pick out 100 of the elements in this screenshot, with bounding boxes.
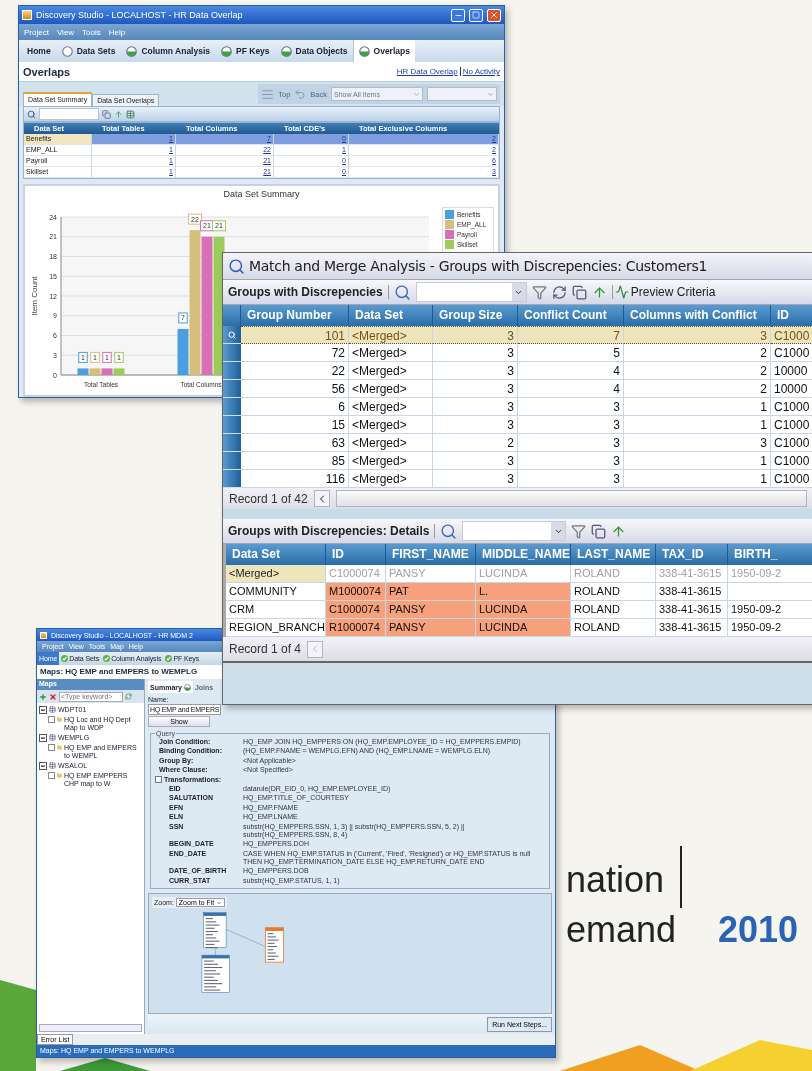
search-field[interactable] xyxy=(462,521,567,541)
close-button[interactable] xyxy=(487,8,501,22)
row-selector[interactable] xyxy=(223,326,241,344)
folder-icon xyxy=(57,772,62,780)
column-header[interactable]: Data Set xyxy=(349,305,433,326)
filter-icon[interactable] xyxy=(571,523,587,539)
horizontal-scrollbar[interactable] xyxy=(39,1024,142,1032)
row-selector[interactable] xyxy=(223,344,241,362)
table-cell: 116 xyxy=(241,470,349,488)
nav-tab[interactable]: Column Analysis xyxy=(120,40,216,62)
column-header[interactable]: Columns with Conflict xyxy=(624,305,771,326)
magnifier-icon xyxy=(228,257,245,275)
copy-icon[interactable] xyxy=(571,284,587,300)
minimize-button[interactable] xyxy=(451,8,465,22)
delete-icon[interactable] xyxy=(49,692,57,701)
half-filled-circle-icon xyxy=(358,45,370,57)
table-cell: 2 xyxy=(624,344,771,362)
folder-icon xyxy=(57,744,63,752)
copy-icon[interactable] xyxy=(102,109,111,119)
table-cell: <Merged> xyxy=(349,344,433,362)
row-selector[interactable] xyxy=(223,434,241,452)
checkbox[interactable] xyxy=(48,772,55,780)
column-header[interactable]: Group Number xyxy=(241,305,349,326)
column-header[interactable]: Data Set xyxy=(226,544,326,565)
table-cell: COMMUNITY xyxy=(226,583,326,601)
nav-tab[interactable]: Data Sets xyxy=(55,40,121,62)
table-cell: 338-41-3615 xyxy=(656,565,728,583)
search-icon xyxy=(393,283,411,301)
table-cell: <Merged> xyxy=(349,398,433,416)
refresh-icon[interactable] xyxy=(551,284,567,300)
check-circle-icon xyxy=(61,655,69,662)
table-cell: LUCINDA xyxy=(476,619,571,637)
table-cell: 338-41-3615 xyxy=(656,601,728,619)
collapse-icon[interactable] xyxy=(39,706,47,714)
column-header[interactable]: TAX_ID xyxy=(656,544,728,565)
nav-tab[interactable]: Home xyxy=(21,40,56,62)
table-cell: 3 xyxy=(433,452,518,470)
checkbox[interactable] xyxy=(48,716,55,724)
check-circle-icon xyxy=(103,655,111,662)
app-icon xyxy=(22,10,32,20)
previous-button[interactable] xyxy=(313,490,330,507)
table-cell: 3 xyxy=(433,326,518,344)
column-header[interactable]: Group Size xyxy=(433,305,518,326)
nav-tab[interactable]: Overlaps xyxy=(352,40,415,62)
table-cell: 338-41-3615 xyxy=(656,619,728,637)
column-header[interactable]: LAST_NAME xyxy=(571,544,656,565)
collapse-icon[interactable] xyxy=(39,762,47,771)
axis-title: Item Count xyxy=(30,276,39,316)
header-link[interactable]: No Activity xyxy=(462,67,500,76)
row-selector[interactable] xyxy=(223,452,241,470)
record-counter: Record 1 of 4 xyxy=(229,642,302,656)
row-selector[interactable] xyxy=(223,398,241,416)
row-selector[interactable] xyxy=(223,470,241,488)
grid-icon[interactable] xyxy=(126,109,135,119)
nav-tab[interactable]: PF Keys xyxy=(215,40,275,62)
column-header[interactable]: ID xyxy=(326,544,386,565)
horizontal-scrollbar[interactable] xyxy=(335,490,807,507)
header-link[interactable]: HR Data Overlap xyxy=(396,67,458,76)
table-cell: 56 xyxy=(241,380,349,398)
add-icon[interactable] xyxy=(39,692,47,701)
table-cell: 72 xyxy=(241,344,349,362)
record-counter: Record 1 of 42 xyxy=(229,491,308,506)
close-icon xyxy=(489,10,499,20)
maximize-icon xyxy=(472,11,480,19)
table-cell: ROLAND xyxy=(571,601,656,619)
table-cell: CRM xyxy=(226,601,326,619)
table-cell: 3 xyxy=(433,470,518,488)
export-arrow-icon[interactable] xyxy=(114,109,123,119)
preview-criteria-button[interactable]: Preview Criteria xyxy=(611,285,718,299)
collapse-icon[interactable] xyxy=(39,734,47,743)
column-header[interactable]: FIRST_NAME xyxy=(386,544,476,565)
table-cell: 3 xyxy=(433,380,518,398)
search-field[interactable] xyxy=(415,282,527,302)
nav-tab[interactable]: Data Objects xyxy=(274,40,353,62)
table-cell: <Merged> xyxy=(349,416,433,434)
table-cell: 3 xyxy=(433,344,518,362)
column-header[interactable]: Conflict Count xyxy=(518,305,624,326)
copy-icon[interactable] xyxy=(591,523,607,539)
table-cell: 22 xyxy=(241,362,349,380)
table-cell: ROLAND xyxy=(571,583,656,601)
filter-icon[interactable] xyxy=(531,284,547,300)
table-cell: 4 xyxy=(518,362,624,380)
table-cell: PANSY xyxy=(386,565,476,583)
back-arrow-icon xyxy=(294,88,307,100)
table-cell: 3 xyxy=(433,398,518,416)
checkbox[interactable] xyxy=(48,744,55,752)
search-field[interactable] xyxy=(39,108,99,120)
half-filled-circle-icon xyxy=(221,45,233,57)
column-header[interactable]: ID xyxy=(771,305,812,326)
maximize-button[interactable] xyxy=(469,8,483,22)
column-header[interactable]: MIDDLE_NAME xyxy=(476,544,571,565)
table-cell: 1 xyxy=(624,398,771,416)
chevron-down-icon xyxy=(487,90,494,98)
row-selector[interactable] xyxy=(223,416,241,434)
column-header[interactable]: BIRTH_ xyxy=(728,544,812,565)
table-cell: 3 xyxy=(433,362,518,380)
table-cell: <Merged> xyxy=(349,326,433,344)
row-selector[interactable] xyxy=(223,362,241,380)
box-icon[interactable] xyxy=(155,776,162,784)
row-selector[interactable] xyxy=(223,380,241,398)
